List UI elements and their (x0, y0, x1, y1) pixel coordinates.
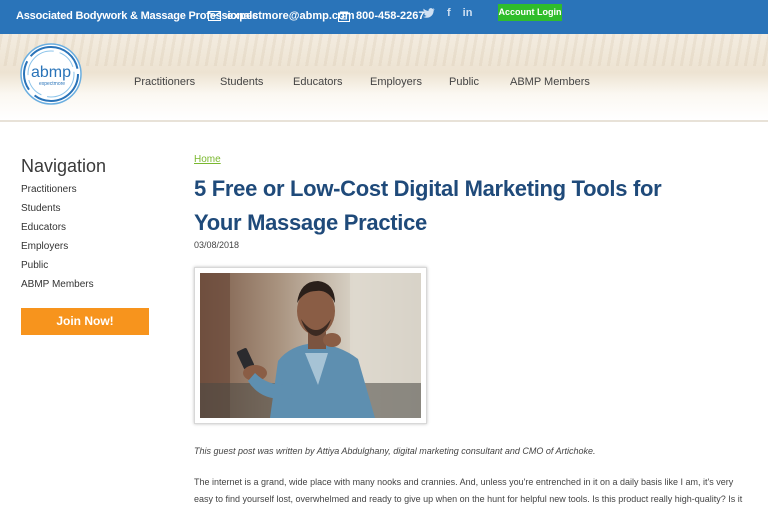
breadcrumb-home[interactable]: Home (194, 154, 221, 165)
nav-item-employers[interactable]: Employers (370, 76, 449, 88)
article-date: 03/08/2018 (194, 240, 240, 250)
nav-item-educators[interactable]: Educators (293, 76, 370, 88)
sidebar-item-abmp-members[interactable]: ABMP Members (21, 279, 94, 298)
facebook-icon[interactable]: f (447, 7, 451, 19)
article-image (194, 267, 427, 424)
abmp-logo[interactable]: abmp expectmore (14, 40, 88, 106)
nav-item-practitioners[interactable]: Practitioners (134, 76, 220, 88)
logo-wordmark: abmp (31, 64, 71, 81)
sidebar-item-employers[interactable]: Employers (21, 241, 94, 260)
sidebar-title: Navigation (21, 156, 107, 176)
twitter-icon[interactable] (423, 8, 435, 18)
phone-link[interactable]: 800-458-2267 (338, 10, 425, 22)
phone-icon (338, 11, 350, 22)
main-nav: Practitioners Students Educators Employe… (134, 76, 600, 88)
nav-item-abmp-members[interactable]: ABMP Members (510, 76, 600, 88)
article-body: The internet is a grand, wide place with… (194, 477, 743, 512)
article-title: 5 Free or Low-Cost Digital Marketing Too… (194, 176, 662, 235)
sidebar-nav: Practitioners Students Educators Employe… (21, 184, 94, 298)
nav-item-students[interactable]: Students (220, 76, 293, 88)
account-login-button[interactable]: Account Login (498, 4, 562, 21)
email-link[interactable]: expectmore@abmp.com (208, 10, 355, 22)
social-links: f in (423, 7, 472, 19)
header-texture (0, 34, 768, 66)
man-with-phone-photo (200, 273, 421, 418)
sidebar-item-educators[interactable]: Educators (21, 222, 94, 241)
join-now-button[interactable]: Join Now! (21, 308, 149, 335)
nav-item-public[interactable]: Public (449, 76, 510, 88)
sidebar-item-students[interactable]: Students (21, 203, 94, 222)
site-header: abmp expectmore Practitioners Students E… (0, 34, 768, 122)
sidebar-item-public[interactable]: Public (21, 260, 94, 279)
guest-post-caption: This guest post was written by Attiya Ab… (194, 446, 596, 456)
linkedin-icon[interactable]: in (463, 7, 473, 19)
email-text: expectmore@abmp.com (227, 10, 355, 22)
mail-icon (208, 11, 221, 21)
top-bar: Associated Bodywork & Massage Profession… (0, 0, 768, 34)
phone-text: 800-458-2267 (356, 10, 425, 22)
logo-tagline: expectmore (39, 81, 65, 87)
sidebar-item-practitioners[interactable]: Practitioners (21, 184, 94, 203)
